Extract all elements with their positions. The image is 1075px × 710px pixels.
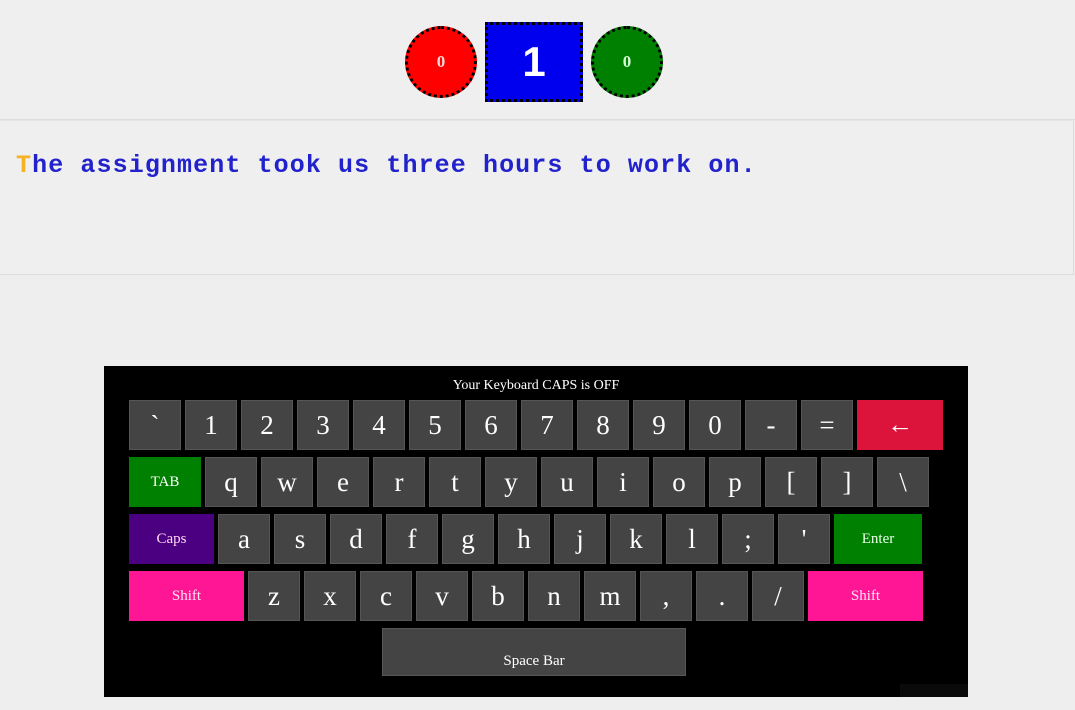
key-bracket-right[interactable]: ]	[821, 457, 873, 507]
key-z[interactable]: z	[248, 571, 300, 621]
key-n[interactable]: n	[528, 571, 580, 621]
correct-count-indicator: 0	[591, 26, 663, 98]
score-strip: 0 1 0	[0, 0, 1075, 120]
keyboard-footer-strip	[900, 684, 968, 697]
key-j[interactable]: j	[554, 514, 606, 564]
key-i[interactable]: i	[597, 457, 649, 507]
key-backtick[interactable]: `	[129, 400, 181, 450]
key-p[interactable]: p	[709, 457, 761, 507]
key-h[interactable]: h	[498, 514, 550, 564]
wrong-count-indicator: 0	[405, 26, 477, 98]
score-indicator-group: 0 1 0	[405, 22, 663, 102]
key-y[interactable]: y	[485, 457, 537, 507]
key-bracket-left[interactable]: [	[765, 457, 817, 507]
key-enter[interactable]: Enter	[834, 514, 922, 564]
key-backslash[interactable]: \	[877, 457, 929, 507]
keyboard-row-2: TAB q w e r t y u i o p[] \	[129, 457, 968, 507]
key-2[interactable]: 2	[241, 400, 293, 450]
key-caps[interactable]: Caps	[129, 514, 214, 564]
key-o[interactable]: o	[653, 457, 705, 507]
key-q[interactable]: q	[205, 457, 257, 507]
prompt-pending-text: he assignment took us three hours to wor…	[32, 151, 757, 180]
key-period[interactable]: .	[696, 571, 748, 621]
key-shift-left[interactable]: Shift	[129, 571, 244, 621]
key-u[interactable]: u	[541, 457, 593, 507]
key-tab[interactable]: TAB	[129, 457, 201, 507]
caps-status-label: Your Keyboard CAPS is OFF	[452, 378, 620, 393]
prompt-text: The assignment took us three hours to wo…	[16, 151, 1073, 181]
key-d[interactable]: d	[330, 514, 382, 564]
key-backspace[interactable]: ←	[857, 400, 943, 450]
key-c[interactable]: c	[360, 571, 412, 621]
key-0[interactable]: 0	[689, 400, 741, 450]
key-e[interactable]: e	[317, 457, 369, 507]
key-4[interactable]: 4	[353, 400, 405, 450]
keyboard-row-3: Caps a s d f g h j k l; ' Enter	[129, 514, 968, 564]
keyboard-rows: ` 1 2 3 4 5 6 7 8 9 0- = ← TAB q w e r t y u i o p[] \ Caps a s d f g h…	[104, 400, 968, 621]
key-equals[interactable]: =	[801, 400, 853, 450]
key-7[interactable]: 7	[521, 400, 573, 450]
key-9[interactable]: 9	[633, 400, 685, 450]
key-6[interactable]: 6	[465, 400, 517, 450]
key-b[interactable]: b	[472, 571, 524, 621]
key-1[interactable]: 1	[185, 400, 237, 450]
current-sentence-indicator: 1	[485, 22, 583, 102]
key-w[interactable]: w	[261, 457, 313, 507]
key-g[interactable]: g	[442, 514, 494, 564]
key-t[interactable]: t	[429, 457, 481, 507]
key-minus[interactable]: -	[745, 400, 797, 450]
key-apostrophe[interactable]: '	[778, 514, 830, 564]
key-slash[interactable]: /	[752, 571, 804, 621]
on-screen-keyboard: Your Keyboard CAPS is OFF ` 1 2 3 4 5 6 7 8 9 0- = ←…	[104, 366, 968, 697]
key-s[interactable]: s	[274, 514, 326, 564]
key-a[interactable]: a	[218, 514, 270, 564]
key-shift-right[interactable]: Shift	[808, 571, 923, 621]
key-3[interactable]: 3	[297, 400, 349, 450]
key-f[interactable]: f	[386, 514, 438, 564]
key-x[interactable]: x	[304, 571, 356, 621]
key-k[interactable]: k	[610, 514, 662, 564]
prompt-typed-text: T	[16, 151, 33, 180]
key-l[interactable]: l	[666, 514, 718, 564]
typing-prompt-panel: The assignment took us three hours to wo…	[0, 120, 1074, 275]
keyboard-row-1: ` 1 2 3 4 5 6 7 8 9 0- = ←	[129, 400, 968, 450]
key-m[interactable]: m	[584, 571, 636, 621]
keyboard-row-4: Shift z x c v b n m,. / Shift	[129, 571, 968, 621]
key-v[interactable]: v	[416, 571, 468, 621]
key-space-bar[interactable]: Space Bar	[382, 628, 686, 676]
key-r[interactable]: r	[373, 457, 425, 507]
space-bar-row: Space Bar	[104, 628, 968, 676]
key-semicolon[interactable]: ;	[722, 514, 774, 564]
key-5[interactable]: 5	[409, 400, 461, 450]
key-comma[interactable]: ,	[640, 571, 692, 621]
key-8[interactable]: 8	[577, 400, 629, 450]
